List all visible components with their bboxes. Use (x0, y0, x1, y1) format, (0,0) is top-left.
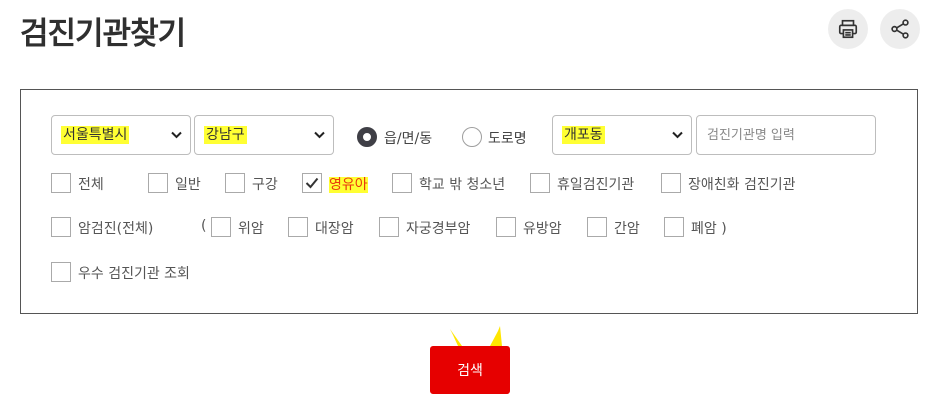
checkbox-lung-cancer-label: 폐암 ) (691, 221, 727, 237)
checkbox-disability-friendly[interactable] (661, 173, 681, 193)
checkbox-stomach-cancer[interactable] (211, 217, 231, 237)
checkbox-infant-label: 영유아 (329, 174, 368, 194)
chevron-down-icon (171, 131, 182, 139)
checkbox-all-label: 전체 (78, 177, 104, 193)
checkmark-icon (305, 177, 319, 189)
checkbox-liver-cancer-label: 간암 (614, 221, 640, 237)
radio-eupmyeondong[interactable] (357, 127, 377, 147)
institution-name-input[interactable] (696, 115, 876, 155)
checkbox-breast-cancer[interactable] (496, 217, 516, 237)
print-icon (838, 19, 858, 39)
chevron-down-icon (672, 131, 683, 139)
gugun-select[interactable]: 강남구 (194, 115, 334, 155)
checkbox-infant-label-text: 영유아 (329, 177, 368, 193)
checkbox-breast-cancer-label: 유방암 (523, 221, 562, 237)
checkbox-out-of-school-youth-label: 학교 밖 청소년 (419, 177, 506, 193)
checkbox-excellent-institutions[interactable] (51, 262, 71, 282)
checkbox-stomach-cancer-label: 위암 (238, 221, 264, 237)
checkbox-out-of-school-youth[interactable] (392, 173, 412, 193)
page-title: 검진기관찾기 (20, 16, 186, 52)
sido-select-value: 서울특별시 (61, 126, 130, 144)
checkbox-all[interactable] (51, 173, 71, 193)
radio-eupmyeondong-label: 읍/면/동 (384, 131, 433, 147)
chevron-down-icon (314, 131, 325, 139)
share-icon (891, 19, 909, 39)
checkbox-colorectal-cancer-label: 대장암 (315, 221, 354, 237)
checkbox-liver-cancer[interactable] (587, 217, 607, 237)
search-filter-panel: 서울특별시 강남구 읍/면/동 도로명 개포동 전체 일반 구강 영유아 학교 … (20, 89, 918, 314)
dong-select[interactable]: 개포동 (552, 115, 692, 155)
open-paren: ( (201, 218, 207, 234)
gugun-select-value: 강남구 (204, 126, 247, 144)
checkbox-colorectal-cancer[interactable] (288, 217, 308, 237)
sido-select[interactable]: 서울특별시 (51, 115, 191, 155)
dong-select-value: 개포동 (562, 126, 605, 144)
checkbox-excellent-institutions-label: 우수 검진기관 조회 (78, 266, 190, 282)
checkbox-oral-label: 구강 (252, 177, 278, 193)
checkbox-infant[interactable] (302, 173, 322, 193)
radio-doromyeong[interactable] (462, 127, 482, 147)
radio-doromyeong-label: 도로명 (488, 131, 527, 147)
checkbox-oral[interactable] (225, 173, 245, 193)
search-button[interactable]: 검색 (430, 346, 510, 394)
checkbox-disability-friendly-label: 장애친화 검진기관 (688, 177, 796, 193)
checkbox-holiday-label: 휴일검진기관 (557, 177, 635, 193)
print-button[interactable] (828, 9, 868, 49)
checkbox-cervical-cancer-label: 자궁경부암 (406, 221, 471, 237)
checkbox-cancer-all[interactable] (51, 217, 71, 237)
checkbox-general-label: 일반 (175, 177, 201, 193)
checkbox-general[interactable] (148, 173, 168, 193)
checkbox-holiday[interactable] (530, 173, 550, 193)
share-button[interactable] (880, 9, 920, 49)
checkbox-lung-cancer[interactable] (664, 217, 684, 237)
checkbox-cervical-cancer[interactable] (379, 217, 399, 237)
checkbox-cancer-all-label: 암검진(전체) (78, 221, 154, 237)
